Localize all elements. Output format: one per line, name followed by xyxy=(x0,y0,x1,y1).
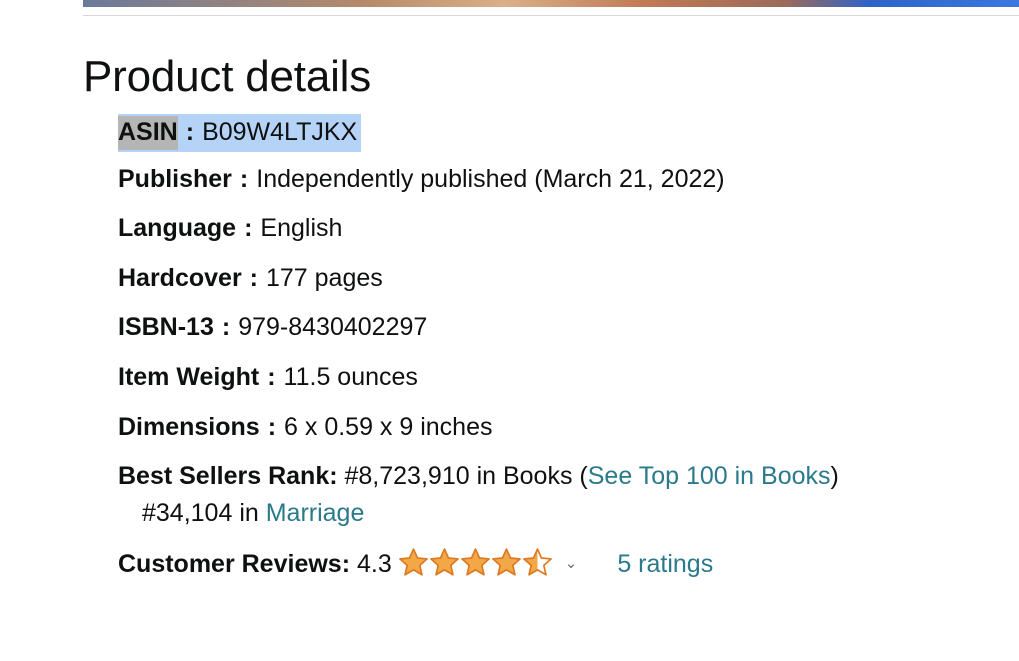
asin-value: B09W4LTJKX xyxy=(202,118,358,146)
rank-close-paren: ) xyxy=(830,462,839,491)
ratings-count-link[interactable]: 5 ratings xyxy=(617,550,713,578)
detail-row-hardcover: Hardcover:177 pages xyxy=(118,263,839,293)
rank-main-line: Best Sellers Rank: #8,723,910 in Books (… xyxy=(118,461,839,491)
detail-row-language: Language: English xyxy=(118,213,839,243)
detail-row-weight: Item Weight:11.5 ounces xyxy=(118,362,839,392)
detail-row-isbn13: ISBN-13:979-8430402297 xyxy=(118,312,839,342)
star-full-icon xyxy=(429,548,459,576)
publisher-separator: : xyxy=(239,164,249,193)
hardcover-separator: : xyxy=(249,263,258,292)
product-details-list: ASIN: B09W4LTJKX Publisher: Independently … xyxy=(118,114,839,597)
chevron-down-icon[interactable]: ⌄ xyxy=(565,555,578,572)
reviews-label: Customer Reviews: xyxy=(118,550,351,579)
dimensions-separator: : xyxy=(267,412,277,441)
rank-label: Best Sellers Rank: xyxy=(118,462,338,491)
publisher-label: Publisher xyxy=(118,164,232,193)
top100-books-link[interactable]: See Top 100 in Books xyxy=(588,462,831,490)
isbn13-separator: : xyxy=(221,313,231,342)
star-half-icon xyxy=(522,548,552,576)
books-rank-text: #8,723,910 in Books ( xyxy=(344,462,588,491)
product-image-strip xyxy=(83,0,1019,7)
language-label: Language xyxy=(118,214,237,243)
dimensions-label: Dimensions xyxy=(118,412,260,441)
weight-value: 11.5 ounces xyxy=(283,362,418,391)
hardcover-label: Hardcover xyxy=(118,263,242,292)
detail-row-asin: ASIN: B09W4LTJKX xyxy=(118,114,839,152)
asin-label: ASIN xyxy=(118,116,178,150)
reviews-score: 4.3 xyxy=(356,550,392,579)
detail-row-best-sellers-rank: Best Sellers Rank: #8,723,910 in Books (… xyxy=(118,461,839,528)
star-full-icon xyxy=(491,548,521,576)
star-rating[interactable] xyxy=(398,547,553,577)
asin-selection: ASIN: B09W4LTJKX xyxy=(118,114,362,152)
detail-row-dimensions: Dimensions:6 x 0.59 x 9 inches xyxy=(118,412,839,442)
weight-separator: : xyxy=(267,362,276,391)
rank-sub-line: #34,104 in Marriage xyxy=(118,498,839,528)
detail-row-publisher: Publisher: Independently published (March… xyxy=(118,164,839,194)
publisher-value: Independently published (March 21, 2022) xyxy=(256,164,725,193)
star-full-icon xyxy=(460,548,490,576)
detail-row-customer-reviews: Customer Reviews: 4.3 ⌄ 5 ratings xyxy=(118,547,839,579)
section-divider xyxy=(83,15,1019,16)
page-title: Product details xyxy=(83,52,372,101)
language-value: English xyxy=(260,214,343,243)
star-full-icon xyxy=(398,548,428,576)
isbn13-value: 979-8430402297 xyxy=(238,313,428,342)
language-separator: : xyxy=(244,214,253,243)
sub-rank-text: #34,104 in xyxy=(142,499,266,528)
dimensions-value: 6 x 0.59 x 9 inches xyxy=(284,412,493,441)
asin-separator: : xyxy=(185,118,195,146)
marriage-category-link[interactable]: Marriage xyxy=(266,499,365,527)
isbn13-label: ISBN-13 xyxy=(118,313,214,342)
hardcover-value: 177 pages xyxy=(266,263,383,292)
weight-label: Item Weight xyxy=(118,362,260,391)
